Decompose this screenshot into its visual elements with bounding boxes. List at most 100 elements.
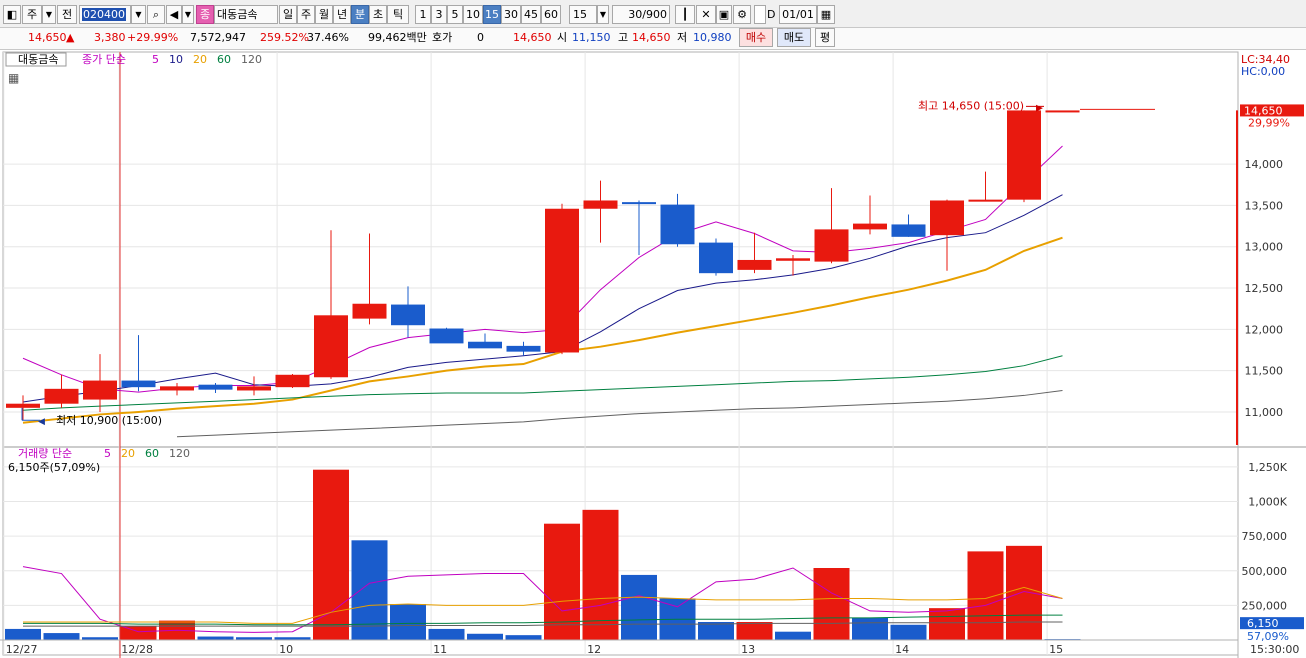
candle-body bbox=[237, 386, 271, 391]
volume-bar bbox=[351, 540, 388, 640]
search-icon[interactable]: ⌕ bbox=[147, 5, 165, 24]
volume-info: 6,150주(57,09%) bbox=[8, 461, 100, 474]
eval-button[interactable]: 평 bbox=[815, 28, 835, 47]
interval-select[interactable]: 15 bbox=[569, 5, 597, 24]
buy-button[interactable]: 매수 bbox=[739, 28, 773, 47]
interval-dropdown-icon[interactable]: ▼ bbox=[597, 5, 609, 24]
volume-legend-prefix: 거래량 단순 bbox=[18, 447, 72, 460]
candle-body bbox=[545, 208, 579, 353]
price-chart[interactable]: 14,000 13,500 13,000 12,500 12,000 11,500 11,0… bbox=[0, 50, 1306, 658]
x-tick-label: 10 bbox=[279, 643, 293, 656]
candle-body bbox=[429, 328, 464, 344]
volume-bar bbox=[698, 622, 734, 640]
quote-volume: 7,572,947 bbox=[190, 31, 246, 44]
volume-bar bbox=[120, 626, 157, 640]
volume-tick-label: 750,000 bbox=[1242, 530, 1288, 543]
volume-axis: 1,250K 1,000K 750,000 500,000 250,000 6,15057… bbox=[1240, 461, 1304, 643]
code-input[interactable]: 020400 bbox=[79, 5, 131, 24]
tab-minute-5[interactable]: 5 bbox=[447, 5, 463, 24]
hoga-price: 14,650 bbox=[513, 31, 552, 44]
tab-period-주[interactable]: 주 bbox=[297, 5, 315, 24]
code-dropdown-icon[interactable]: ▼ bbox=[131, 5, 146, 24]
open-value: 11,150 bbox=[572, 31, 611, 44]
tab-period-분[interactable]: 분 bbox=[351, 5, 369, 24]
volume-bar bbox=[467, 633, 503, 640]
current-pct-badge: 29,99% bbox=[1248, 116, 1290, 129]
plot-frame bbox=[2, 51, 1239, 656]
prev-button[interactable]: 전 bbox=[57, 5, 77, 24]
price-legend-ma-5: 5 bbox=[152, 53, 159, 66]
stock-badge: 종 bbox=[196, 5, 214, 24]
candle-body bbox=[814, 229, 849, 262]
tab-minute-10[interactable]: 10 bbox=[463, 5, 483, 24]
date-input[interactable]: 01/01 bbox=[779, 5, 817, 24]
price-ma-lines bbox=[22, 145, 1063, 438]
chevron-down-icon[interactable]: ▼ bbox=[42, 5, 56, 24]
candle-body bbox=[468, 341, 502, 349]
candle-body bbox=[160, 386, 194, 391]
quote-amount: 99,462백만 bbox=[368, 31, 427, 44]
sell-button[interactable]: 매도 bbox=[777, 28, 811, 47]
chart-overlay: 대동금속 ▦ 종가 단순 5 10 20 60 120 거래량 단순 5 20 60 120 6,150주… bbox=[5, 52, 1155, 474]
tab-minute-1[interactable]: 1 bbox=[415, 5, 431, 24]
period-mode-select[interactable]: 주 bbox=[22, 5, 42, 24]
candle-icon[interactable]: ┃ bbox=[675, 5, 695, 24]
speaker-dropdown-icon[interactable]: ▼ bbox=[182, 5, 194, 24]
calendar-icon[interactable]: ▦ bbox=[817, 5, 835, 24]
x-tick-label: 12/28 bbox=[121, 643, 153, 656]
quote-bar: 14,650 ▲ 3,380 +29.99% 7,572,947 259.52%… bbox=[0, 28, 1306, 50]
tab-minute-3[interactable]: 3 bbox=[431, 5, 447, 24]
volume-bar bbox=[852, 617, 888, 640]
price-axis: 14,000 13,500 13,000 12,500 12,000 11,500 11,0… bbox=[1236, 53, 1304, 445]
volume-bar bbox=[390, 604, 426, 640]
volume-bar bbox=[736, 622, 773, 640]
hc-label: HC:0,00 bbox=[1241, 65, 1285, 78]
low-annotation: 최저 10,900 (15:00) bbox=[56, 414, 162, 427]
volume-tick-label: 1,000K bbox=[1248, 496, 1287, 509]
x-axis-labels: 12/27 12/28 10 11 12 13 14 15 15:30:00 bbox=[0, 639, 1299, 656]
candle-body bbox=[198, 384, 233, 390]
volume-legend-ma-120: 120 bbox=[169, 447, 190, 460]
draw-tool-icon[interactable]: ✕ bbox=[696, 5, 716, 24]
price-tick-label: 14,000 bbox=[1245, 158, 1284, 171]
speaker-icon[interactable]: ◀ bbox=[166, 5, 182, 24]
stock-name[interactable]: 대동금속 bbox=[214, 5, 278, 24]
tab-period-일[interactable]: 일 bbox=[279, 5, 297, 24]
stock-label: 대동금속 bbox=[18, 53, 58, 66]
tab-period-월[interactable]: 월 bbox=[315, 5, 333, 24]
volume-tick-label: 500,000 bbox=[1242, 565, 1288, 578]
d-label: D bbox=[767, 8, 776, 21]
price-legend-ma-60: 60 bbox=[217, 53, 231, 66]
tab-period-초[interactable]: 초 bbox=[369, 5, 387, 24]
volume-bar bbox=[967, 551, 1004, 640]
volume-bar bbox=[428, 628, 465, 640]
volume-legend-ma-60: 60 bbox=[145, 447, 159, 460]
tab-minute-60[interactable]: 60 bbox=[541, 5, 561, 24]
tab-minute-30[interactable]: 30 bbox=[501, 5, 521, 24]
save-icon[interactable]: ▣ bbox=[716, 5, 732, 24]
d-checkbox[interactable] bbox=[754, 5, 766, 24]
volume-tick-label: 250,000 bbox=[1242, 599, 1288, 612]
quote-turnover: 37.46% bbox=[307, 31, 349, 44]
price-tick-label: 11,500 bbox=[1245, 365, 1284, 378]
candle-body bbox=[891, 224, 926, 237]
tab-period-틱[interactable]: 틱 bbox=[387, 5, 409, 24]
low-arrow-icon: ◀ bbox=[38, 417, 45, 427]
tab-minute-15[interactable]: 15 bbox=[483, 5, 501, 24]
price-legend-prefix: 종가 단순 bbox=[82, 53, 126, 66]
code-value: 020400 bbox=[82, 8, 126, 21]
candle-body bbox=[930, 200, 964, 236]
volume-legend-ma-5: 5 bbox=[104, 447, 111, 460]
x-tick-label: 15 bbox=[1049, 643, 1063, 656]
tab-minute-45[interactable]: 45 bbox=[521, 5, 541, 24]
volume-badge: 6,150 bbox=[1247, 617, 1279, 630]
quote-change-pct: +29.99% bbox=[127, 31, 179, 44]
count-max: /900 bbox=[642, 8, 667, 21]
high-label: 고 bbox=[618, 31, 629, 44]
count-input[interactable]: 30/900 bbox=[612, 5, 670, 24]
low-value: 10,980 bbox=[693, 31, 732, 44]
chart-type-icon[interactable]: ◧ bbox=[3, 5, 21, 24]
volume-bar bbox=[890, 624, 927, 640]
gear-icon[interactable]: ⚙ bbox=[733, 5, 751, 24]
tab-period-년[interactable]: 년 bbox=[333, 5, 351, 24]
